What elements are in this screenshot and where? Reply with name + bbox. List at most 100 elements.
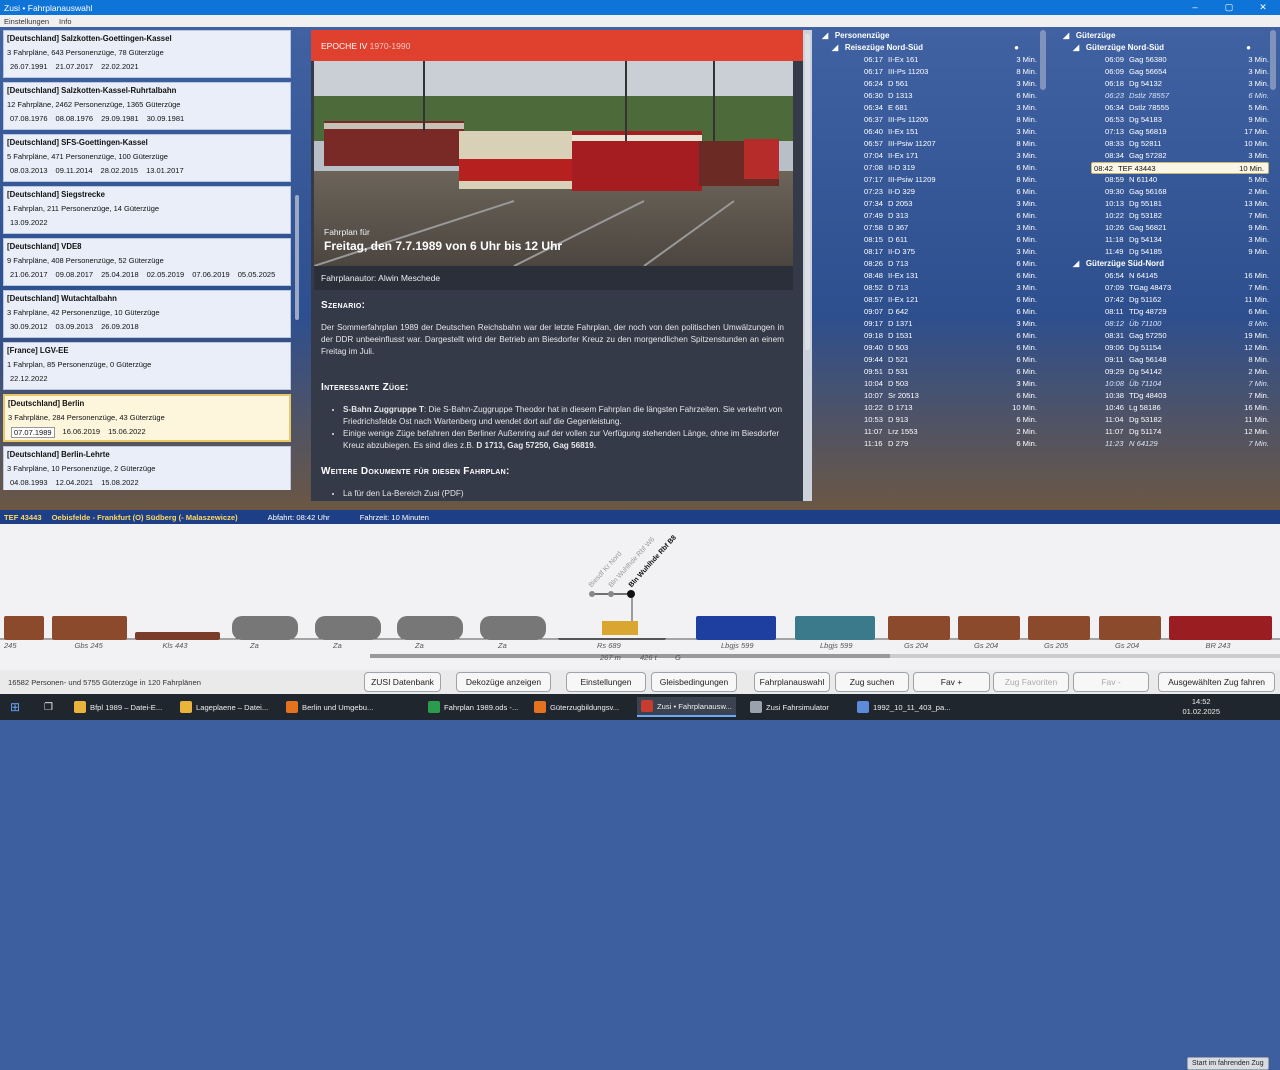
route-card[interactable]: [France] LGV-EE 1 Fahrplan, 85 Personenzü… — [3, 342, 291, 390]
table-row[interactable]: 07:34 D 2053 3 Min. — [822, 198, 1037, 210]
table-row[interactable]: 09:44 D 521 6 Min. — [822, 354, 1037, 366]
table-row[interactable]: 06:53 Dg 54183 9 Min. — [1091, 114, 1269, 126]
wagon[interactable] — [1169, 616, 1272, 640]
timetable-date-link[interactable]: 04.08.1993 — [10, 478, 48, 487]
track-conditions-button[interactable]: Gleisbedingungen — [651, 672, 737, 692]
timetable-date-link[interactable]: 29.09.1981 — [101, 114, 139, 123]
table-row[interactable]: 06:37 III-Ps 11205 8 Min. — [822, 114, 1037, 126]
timetable-date-link[interactable]: 26.09.2018 — [101, 322, 139, 331]
table-row[interactable]: 09:11 Gag 56148 8 Min. — [1091, 354, 1269, 366]
timetable-date-link[interactable]: 30.09.1981 — [147, 114, 185, 123]
table-row[interactable]: 07:08 II-D 319 6 Min. — [822, 162, 1037, 174]
wagon[interactable] — [232, 616, 298, 640]
table-row[interactable]: 07:23 II-D 329 6 Min. — [822, 186, 1037, 198]
collapse-icon[interactable]: ◢ — [1073, 43, 1079, 52]
table-row[interactable]: 06:30 D 1313 6 Min. — [822, 90, 1037, 102]
collapse-icon[interactable]: ◢ — [832, 43, 838, 52]
timetable-date-link[interactable]: 16.06.2019 — [63, 427, 101, 438]
collapse-icon[interactable]: ◢ — [1073, 259, 1079, 268]
wagon[interactable] — [888, 616, 950, 640]
timetable-date-link[interactable]: 15.06.2022 — [108, 427, 146, 438]
table-row[interactable]: 06:54 N 64145 16 Min. — [1091, 270, 1269, 282]
route-card[interactable]: [Deutschland] Siegstrecke 1 Fahrplan, 211… — [3, 186, 291, 234]
table-row[interactable]: 10:22 D 1713 10 Min. — [822, 402, 1037, 414]
table-row[interactable]: 10:13 Dg 55181 13 Min. — [1091, 198, 1269, 210]
maximize-button[interactable]: ▢ — [1212, 0, 1246, 15]
timetable-date-link[interactable]: 08.08.1976 — [56, 114, 94, 123]
route-card[interactable]: [Deutschland] Wutachtalbahn 3 Fahrpläne, … — [3, 290, 291, 338]
table-row[interactable]: 06:17 II-Ex 161 3 Min. — [822, 54, 1037, 66]
table-row[interactable]: 06:23 Dstlz 78557 6 Min. — [1091, 90, 1269, 102]
table-row[interactable]: 06:57 III-Psiw 11207 8 Min. — [822, 138, 1037, 150]
deco-trains-button[interactable]: Dekozüge anzeigen — [456, 672, 551, 692]
table-row[interactable]: 07:09 TGag 48473 7 Min. — [1091, 282, 1269, 294]
collapse-icon[interactable]: ◢ — [822, 31, 828, 40]
table-row[interactable]: 08:59 N 61140 5 Min. — [1091, 174, 1269, 186]
route-list-scrollbar[interactable] — [295, 195, 299, 320]
table-row[interactable]: 11:16 D 279 6 Min. — [822, 438, 1037, 450]
timetable-date-link[interactable]: 09.11.2014 — [56, 166, 93, 175]
taskbar-app[interactable]: Berlin und Umgebu... — [282, 697, 377, 717]
taskbar-app[interactable]: Zusi Fahrsimulator — [746, 697, 833, 717]
table-row[interactable]: 07:49 D 313 6 Min. — [822, 210, 1037, 222]
drive-selected-train-button[interactable]: Ausgewählten Zug fahren — [1158, 672, 1275, 692]
wagon[interactable] — [4, 616, 44, 640]
table-row[interactable]: 11:49 Dg 54185 9 Min. — [1091, 246, 1269, 258]
taskbar-app[interactable]: Zusi • Fahrplanausw... — [637, 697, 736, 717]
timetable-date-link[interactable]: 22.12.2022 — [10, 374, 48, 383]
timetable-date-link[interactable]: 08.03.2013 — [10, 166, 48, 175]
table-row[interactable]: 10:04 D 503 3 Min. — [822, 378, 1037, 390]
timetable-date-link[interactable]: 25.04.2018 — [101, 270, 139, 279]
table-row[interactable]: 10:26 Gag 56821 9 Min. — [1091, 222, 1269, 234]
close-button[interactable]: ✕ — [1246, 0, 1280, 15]
table-row[interactable]: 08:42 TEF 43443 10 Min. — [1091, 162, 1269, 174]
table-row[interactable]: 08:34 Gag 57282 3 Min. — [1091, 150, 1269, 162]
timetable-date-link[interactable]: 28.02.2015 — [101, 166, 139, 175]
table-row[interactable]: 11:18 Dg 54134 3 Min. — [1091, 234, 1269, 246]
table-row[interactable]: 07:17 III-Psiw 11209 8 Min. — [822, 174, 1037, 186]
table-row[interactable]: 08:57 II-Ex 121 6 Min. — [822, 294, 1037, 306]
timetable-date-link[interactable]: 03.09.2013 — [56, 322, 94, 331]
table-row[interactable]: 10:08 Üb 71104 7 Min. — [1091, 378, 1269, 390]
timetable-date-link[interactable]: 13.09.2022 — [10, 218, 48, 227]
table-row[interactable]: 09:29 Dg 54142 2 Min. — [1091, 366, 1269, 378]
find-train-button[interactable]: Zug suchen — [835, 672, 909, 692]
wagon[interactable] — [315, 616, 381, 640]
timetable-date-link[interactable]: 15.08.2022 — [101, 478, 139, 487]
table-row[interactable]: 06:09 Gag 56654 3 Min. — [1091, 66, 1269, 78]
wagon[interactable] — [480, 616, 546, 640]
table-row[interactable]: 06:34 Dstlz 78555 5 Min. — [1091, 102, 1269, 114]
route-card[interactable]: [Deutschland] SFS-Goettingen-Kassel 5 Fah… — [3, 134, 291, 182]
taskbar-app[interactable]: Fahrplan 1989.ods -... — [424, 697, 522, 717]
timetable-date-link[interactable]: 21.06.2017 — [10, 270, 48, 279]
table-row[interactable]: 06:34 E 681 3 Min. — [822, 102, 1037, 114]
wagon[interactable] — [558, 616, 666, 640]
timetable-date-link[interactable]: 07.06.2019 — [192, 270, 230, 279]
table-row[interactable]: 06:18 Dg 54132 3 Min. — [1091, 78, 1269, 90]
table-row[interactable]: 10:53 D 913 6 Min. — [822, 414, 1037, 426]
table-row[interactable]: 08:26 D 713 6 Min. — [822, 258, 1037, 270]
table-row[interactable]: 11:23 N 64129 7 Min. — [1091, 438, 1269, 450]
train-favorites-button[interactable]: Zug Favoriten — [993, 672, 1069, 692]
table-row[interactable]: 07:04 II-Ex 171 3 Min. — [822, 150, 1037, 162]
route-card[interactable]: [Deutschland] Salzkotten-Kassel-Ruhrtalb… — [3, 82, 291, 130]
table-row[interactable]: 07:58 D 367 3 Min. — [822, 222, 1037, 234]
route-card[interactable]: [Deutschland] Salzkotten-Goettingen-Kass… — [3, 30, 291, 78]
wagon[interactable] — [1028, 616, 1090, 640]
timetable-date-link[interactable]: 09.08.2017 — [56, 270, 94, 279]
table-row[interactable]: 08:17 II-D 375 3 Min. — [822, 246, 1037, 258]
table-row[interactable]: 06:40 II-Ex 151 3 Min. — [822, 126, 1037, 138]
table-row[interactable]: 06:24 D 561 3 Min. — [822, 78, 1037, 90]
start-icon[interactable]: ⊞ — [6, 697, 24, 717]
menu-info[interactable]: Info — [59, 17, 72, 26]
menu-einstellungen[interactable]: Einstellungen — [4, 17, 49, 26]
wagon[interactable] — [696, 616, 776, 640]
table-row[interactable]: 11:07 Dg 51174 12 Min. — [1091, 426, 1269, 438]
timetable-date-link[interactable]: 13.01.2017 — [146, 166, 184, 175]
timetable-date-link[interactable]: 30.09.2012 — [10, 322, 48, 331]
minimize-button[interactable]: – — [1178, 0, 1212, 15]
passenger-scrollbar[interactable] — [1040, 30, 1046, 90]
table-row[interactable]: 08:15 D 611 6 Min. — [822, 234, 1037, 246]
table-row[interactable]: 09:07 D 642 6 Min. — [822, 306, 1037, 318]
table-row[interactable]: 09:18 D 1531 6 Min. — [822, 330, 1037, 342]
